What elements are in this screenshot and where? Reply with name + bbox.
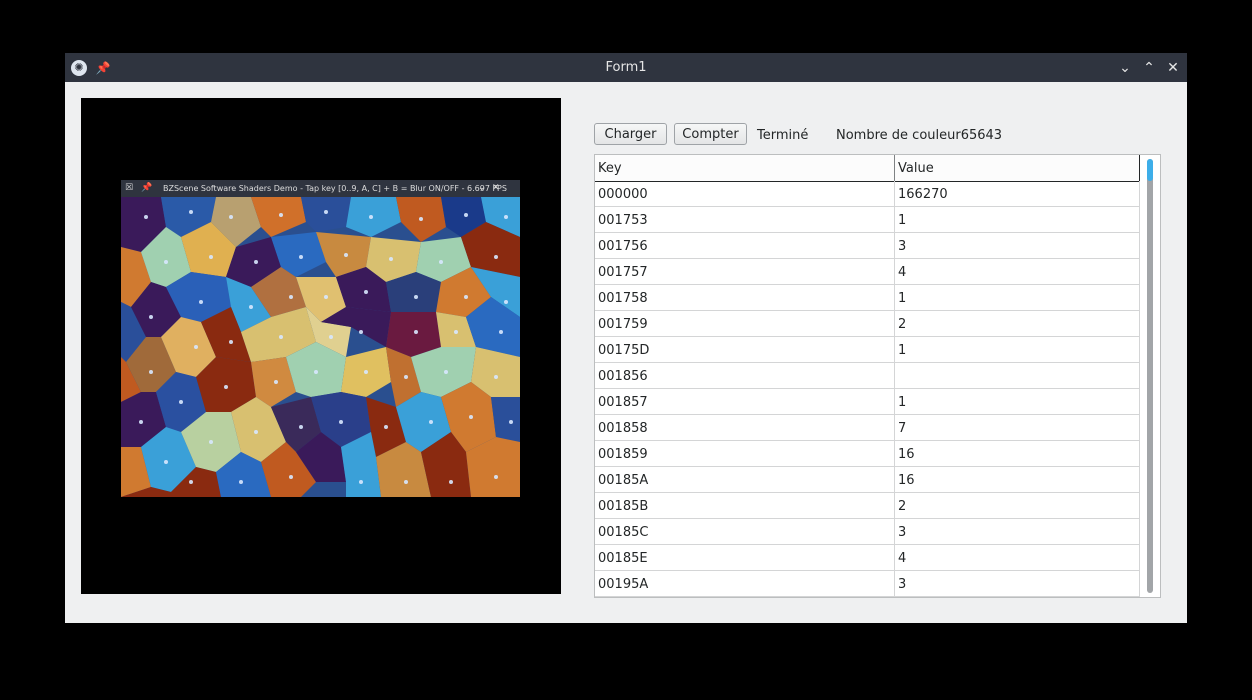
key-cell[interactable]: 001856 [595,363,895,388]
embedded-window: ☒ 📌 BZScene Software Shaders Demo - Tap … [121,180,520,497]
table-row[interactable]: 001756 3 [595,233,1140,259]
key-cell[interactable]: 001857 [595,389,895,414]
chevron-down-icon[interactable]: ⌄ [478,180,486,197]
key-cell[interactable]: 001759 [595,311,895,336]
status-label: Terminé [757,128,809,143]
chevron-up-icon[interactable]: ⌃ [1139,53,1159,82]
table-row[interactable]: 000000 166270 [595,181,1140,207]
title-bar[interactable]: ✺ 📌 Form1 ⌄ ⌃ ✕ [65,53,1187,82]
value-cell[interactable]: 16 [895,467,1140,492]
embedded-title-bar[interactable]: ☒ 📌 BZScene Software Shaders Demo - Tap … [121,180,520,197]
value-cell[interactable]: 2 [895,493,1140,518]
table-row[interactable]: 001858 7 [595,415,1140,441]
column-header-value[interactable]: Value [895,155,1140,181]
grid-rows: 000000 166270 001753 1 001756 3 001757 4 001… [595,181,1140,597]
value-cell[interactable]: 3 [895,233,1140,258]
value-cell[interactable]: 166270 [895,181,1140,206]
key-cell[interactable]: 00195A [595,571,895,596]
key-cell[interactable]: 00185B [595,493,895,518]
table-row[interactable]: 001753 1 [595,207,1140,233]
value-cell[interactable]: 1 [895,389,1140,414]
value-cell[interactable]: 2 [895,311,1140,336]
window-title: Form1 [605,60,647,75]
value-cell[interactable] [895,363,1140,388]
key-cell[interactable]: 001758 [595,285,895,310]
table-row[interactable]: 001856 [595,363,1140,389]
table-row[interactable]: 00185A 16 [595,467,1140,493]
value-cell[interactable]: 1 [895,285,1140,310]
charger-button[interactable]: Charger [594,123,667,145]
table-row[interactable]: 001757 4 [595,259,1140,285]
compter-button[interactable]: Compter [674,123,747,145]
chevron-down-icon[interactable]: ⌄ [1115,53,1135,82]
key-cell[interactable]: 001859 [595,441,895,466]
value-cell[interactable]: 1 [895,207,1140,232]
table-row[interactable]: 00185C 3 [595,519,1140,545]
value-cell[interactable]: 1 [895,337,1140,362]
vertical-scrollbar[interactable] [1147,159,1153,593]
close-icon[interactable]: ✕ [1163,53,1183,82]
table-row[interactable]: 001759 2 [595,311,1140,337]
color-count-label: Nombre de couleur65643 [836,128,1003,143]
value-cell[interactable]: 3 [895,519,1140,544]
table-row[interactable]: 00195A 3 [595,571,1140,597]
table-row[interactable]: 00185B 2 [595,493,1140,519]
key-cell[interactable]: 001756 [595,233,895,258]
voronoi-render [121,197,520,497]
value-cell[interactable]: 16 [895,441,1140,466]
x-app-icon: ☒ [125,183,134,193]
value-cell[interactable]: 7 [895,415,1140,440]
key-cell[interactable]: 001757 [595,259,895,284]
key-cell[interactable]: 001858 [595,415,895,440]
key-cell[interactable]: 001753 [595,207,895,232]
key-cell[interactable]: 00185E [595,545,895,570]
column-header-key[interactable]: Key [595,155,895,181]
scrollbar-thumb[interactable] [1147,159,1153,181]
grid-header: Key Value [595,155,1140,182]
value-cell[interactable]: 4 [895,545,1140,570]
table-row[interactable]: 00185E 4 [595,545,1140,571]
table-row[interactable]: 001857 1 [595,389,1140,415]
pin-icon[interactable]: 📌 [141,180,152,197]
main-window: ✺ 📌 Form1 ⌄ ⌃ ✕ ☒ 📌 BZScene Software Sha… [65,53,1187,623]
embedded-window-title: BZScene Software Shaders Demo - Tap key … [163,184,507,193]
table-row[interactable]: 001859 16 [595,441,1140,467]
close-icon[interactable]: ✕ [492,180,500,197]
key-cell[interactable]: 000000 [595,181,895,206]
key-cell[interactable]: 00185C [595,519,895,544]
table-row[interactable]: 00175D 1 [595,337,1140,363]
key-cell[interactable]: 00185A [595,467,895,492]
preview-canvas: ☒ 📌 BZScene Software Shaders Demo - Tap … [81,98,561,594]
voronoi-image [121,197,520,497]
table-row[interactable]: 001758 1 [595,285,1140,311]
key-value-grid[interactable]: Key Value 000000 166270 001753 1 001756 3 0… [594,154,1161,598]
key-cell[interactable]: 00175D [595,337,895,362]
value-cell[interactable]: 3 [895,571,1140,596]
value-cell[interactable]: 4 [895,259,1140,284]
